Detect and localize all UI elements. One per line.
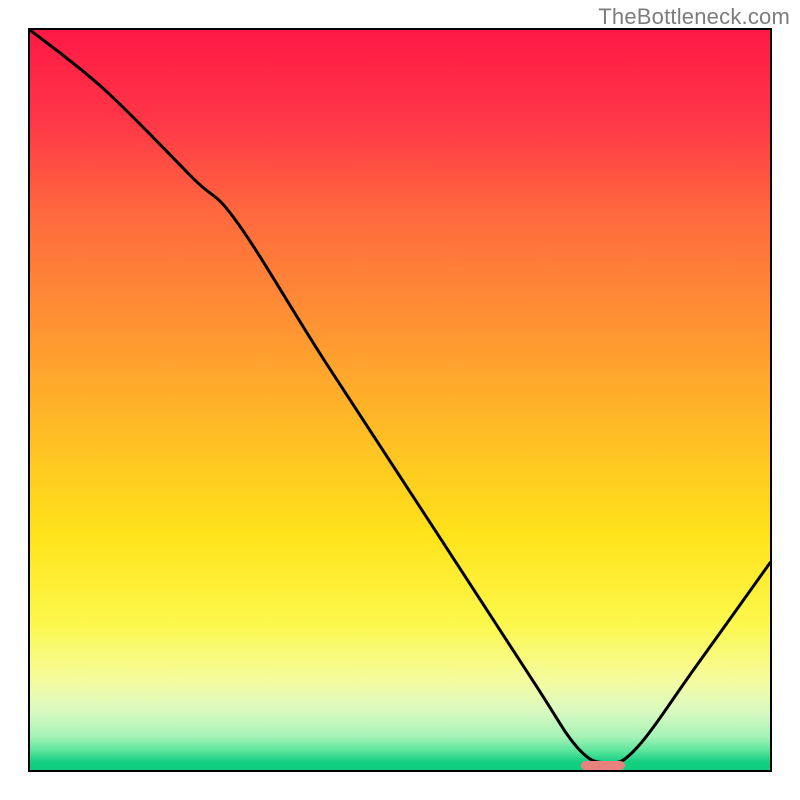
- bottleneck-chart: TheBottleneck.com: [0, 0, 800, 800]
- curve-layer: [30, 30, 770, 770]
- optimal-marker: [581, 761, 626, 770]
- plot-area: [28, 28, 772, 772]
- bottleneck-curve-path: [30, 30, 770, 763]
- watermark-text: TheBottleneck.com: [598, 4, 790, 30]
